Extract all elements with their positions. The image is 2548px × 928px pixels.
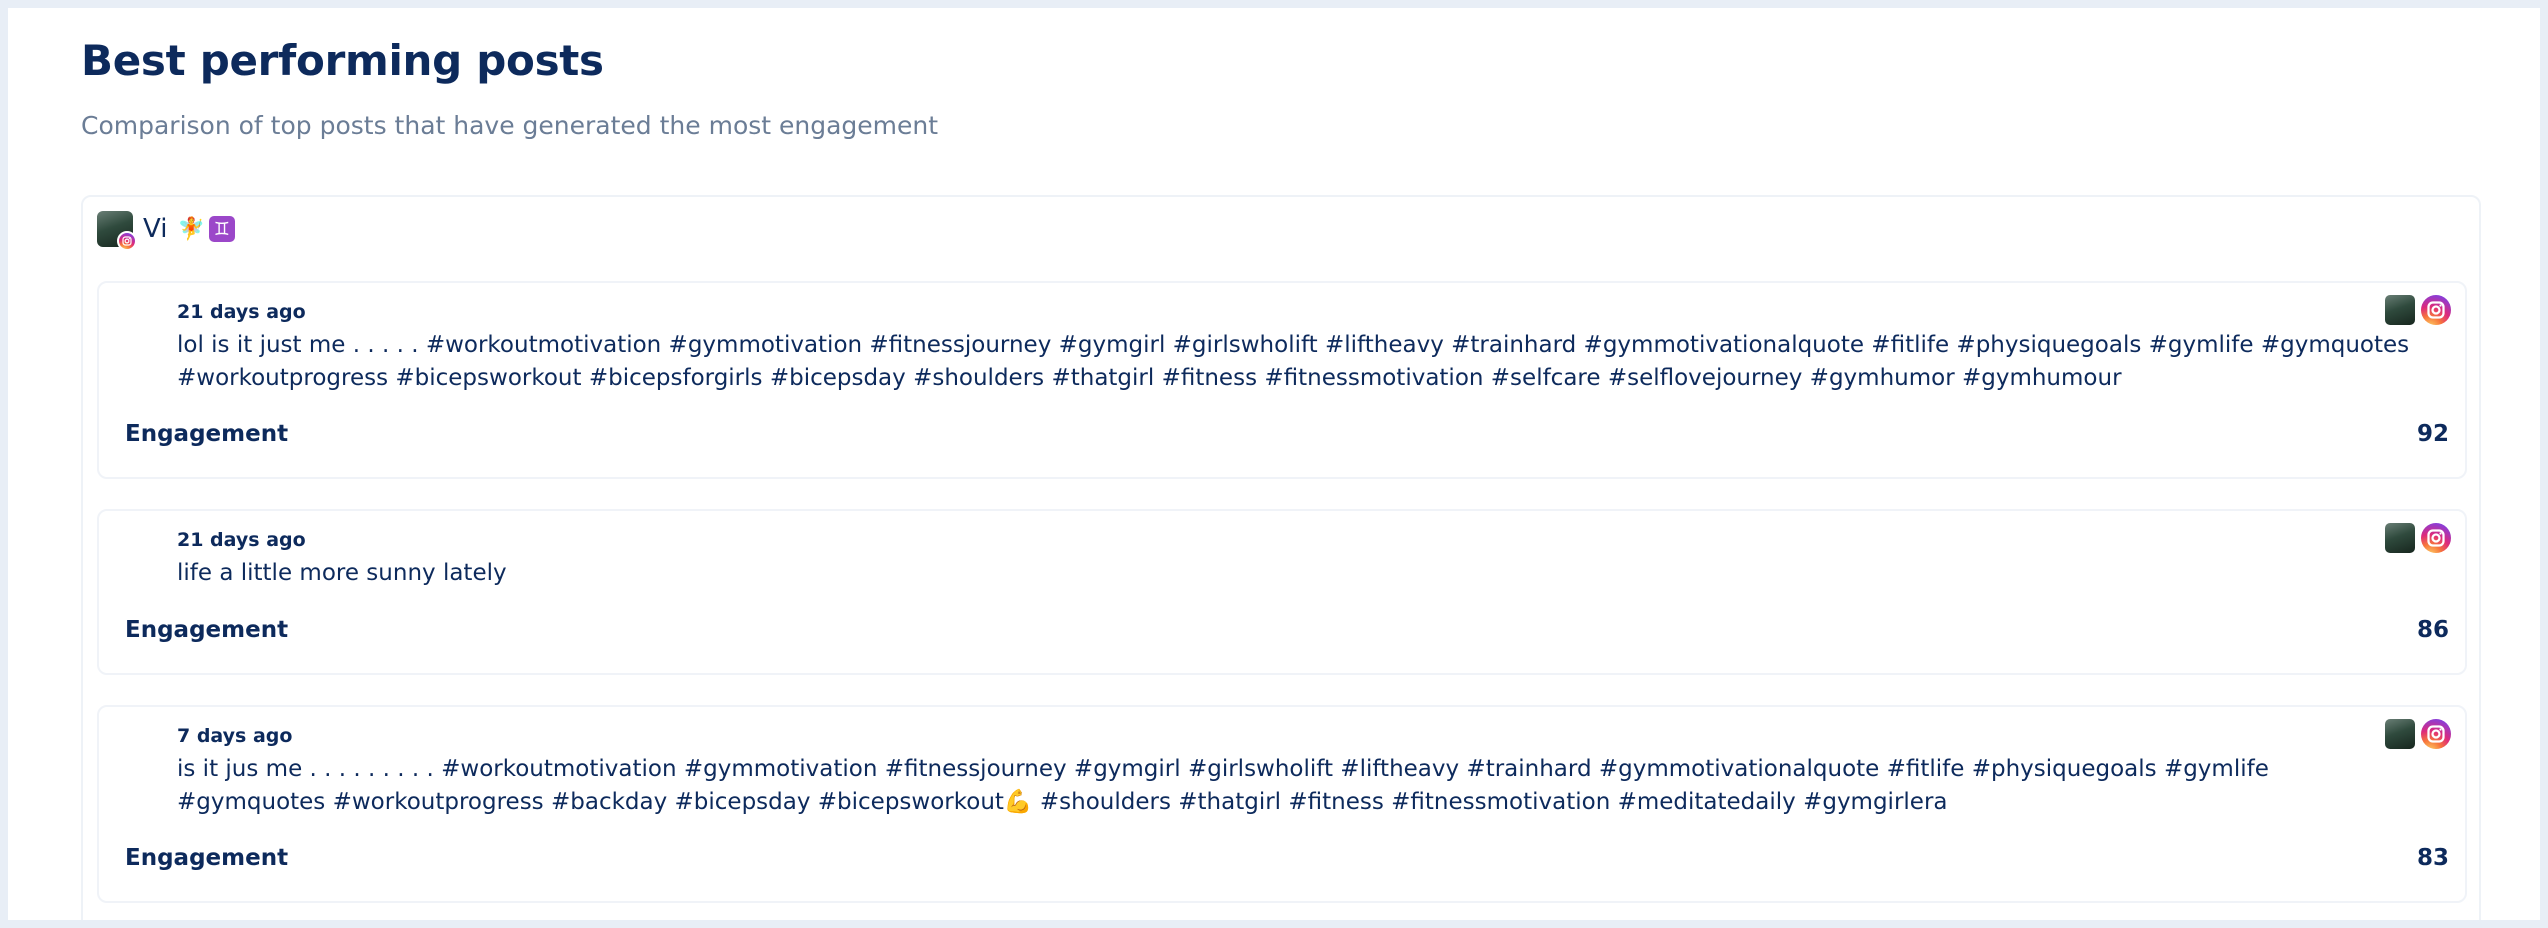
post-text: lol is it just me . . . . . #workoutmoti… — [177, 332, 2410, 391]
account-header[interactable]: Vi 🧚 ♊ — [97, 209, 235, 251]
engagement-value: 83 — [2416, 845, 2449, 871]
post-time: 21 days ago — [177, 529, 306, 551]
post-time: 7 days ago — [177, 725, 293, 747]
engagement-label: Engagement — [125, 617, 289, 643]
post-thumbnail[interactable] — [2385, 295, 2415, 325]
page-subtitle: Comparison of top posts that have genera… — [81, 111, 939, 140]
account-avatar — [97, 211, 137, 251]
engagement-label: Engagement — [125, 421, 289, 447]
post-media — [2385, 523, 2451, 553]
instagram-icon — [2421, 523, 2451, 553]
post-text: life a little more sunny lately — [177, 560, 507, 586]
instagram-icon — [2421, 295, 2451, 325]
account-card: Vi 🧚 ♊ 21 days ago lol is it just me . .… — [81, 195, 2481, 920]
post-card[interactable]: 21 days ago life a little more sunny lat… — [97, 509, 2467, 675]
post-card[interactable]: 21 days ago lol is it just me . . . . . … — [97, 281, 2467, 479]
post-thumbnail[interactable] — [2385, 523, 2415, 553]
instagram-icon — [117, 231, 137, 251]
fairy-emoji-icon: 🧚 — [177, 216, 205, 242]
page-title: Best performing posts — [81, 36, 604, 85]
post-thumbnail[interactable] — [2385, 719, 2415, 749]
engagement-value: 92 — [2416, 421, 2449, 447]
engagement-label: Engagement — [125, 845, 289, 871]
post-media — [2385, 719, 2451, 749]
post-media — [2385, 295, 2451, 325]
gemini-emoji-icon: ♊ — [208, 216, 235, 242]
best-posts-panel: Best performing posts Comparison of top … — [8, 8, 2540, 920]
account-name: Vi — [143, 214, 168, 244]
post-text: is it jus me . . . . . . . . . #workoutm… — [177, 756, 2269, 815]
engagement-value: 86 — [2416, 617, 2449, 643]
instagram-icon — [2421, 719, 2451, 749]
post-time: 21 days ago — [177, 301, 306, 323]
post-card[interactable]: 7 days ago is it jus me . . . . . . . . … — [97, 705, 2467, 903]
